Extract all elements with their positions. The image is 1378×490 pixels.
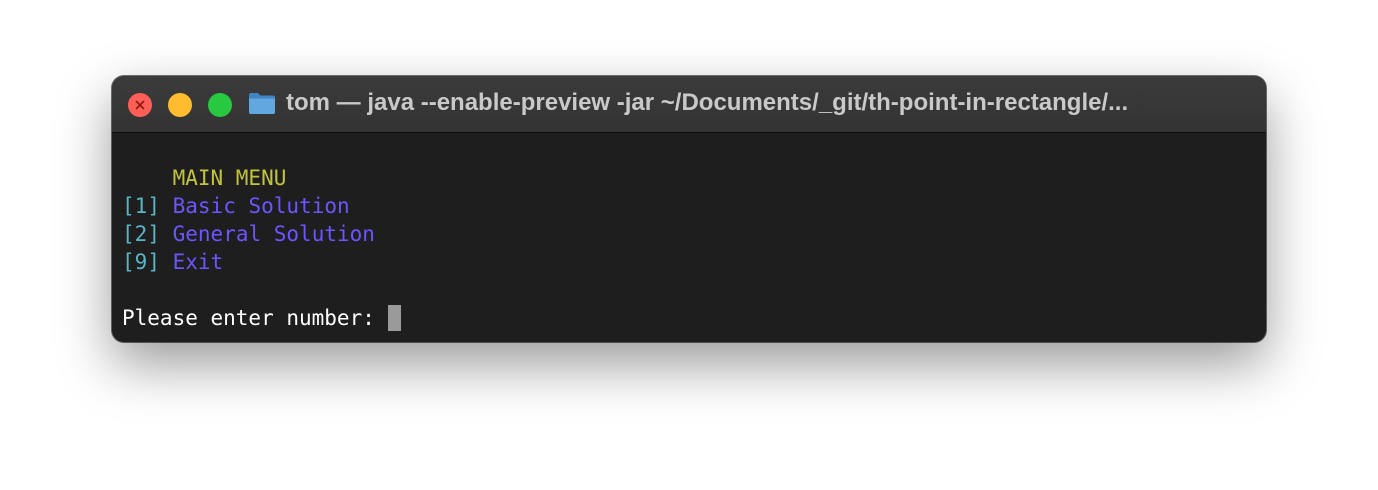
terminal-window: tom — java --enable-preview -jar ~/Docum… — [112, 76, 1266, 342]
menu-option: [1] Basic Solution — [122, 192, 1252, 220]
option-bracket-close: ] — [147, 222, 160, 246]
option-label: General Solution — [172, 222, 375, 246]
minimize-button[interactable] — [168, 93, 192, 117]
option-key: 2 — [134, 222, 148, 246]
zoom-button[interactable] — [208, 93, 232, 117]
menu-option: [2] General Solution — [122, 220, 1252, 248]
text-cursor[interactable] — [387, 305, 401, 331]
menu-option: [9] Exit — [122, 248, 1252, 276]
option-bracket-close: ] — [147, 250, 160, 274]
menu-title: MAIN MENU — [172, 166, 287, 190]
prompt-text: Please enter number: — [122, 306, 388, 330]
close-button[interactable] — [128, 93, 152, 117]
option-bracket-open: [ — [122, 194, 135, 218]
option-key: 1 — [134, 194, 148, 218]
option-bracket-open: [ — [122, 250, 135, 274]
option-bracket-open: [ — [122, 222, 135, 246]
terminal-output[interactable]: MAIN MENU [1] Basic Solution [2] General… — [122, 164, 1252, 332]
close-icon — [135, 100, 145, 110]
window-title: tom — java --enable-preview -jar ~/Docum… — [286, 89, 1129, 116]
option-label: Exit — [172, 250, 224, 274]
menu-title-line: MAIN MENU — [122, 164, 1252, 192]
option-key: 9 — [134, 250, 148, 274]
option-label: Basic Solution — [172, 194, 350, 218]
folder-icon — [249, 93, 275, 114]
desktop: tom — java --enable-preview -jar ~/Docum… — [0, 0, 1378, 490]
title-bar[interactable]: tom — java --enable-preview -jar ~/Docum… — [112, 76, 1266, 133]
menu-indent — [122, 166, 173, 190]
option-bracket-close: ] — [147, 194, 160, 218]
prompt-line[interactable]: Please enter number: — [122, 304, 1252, 332]
